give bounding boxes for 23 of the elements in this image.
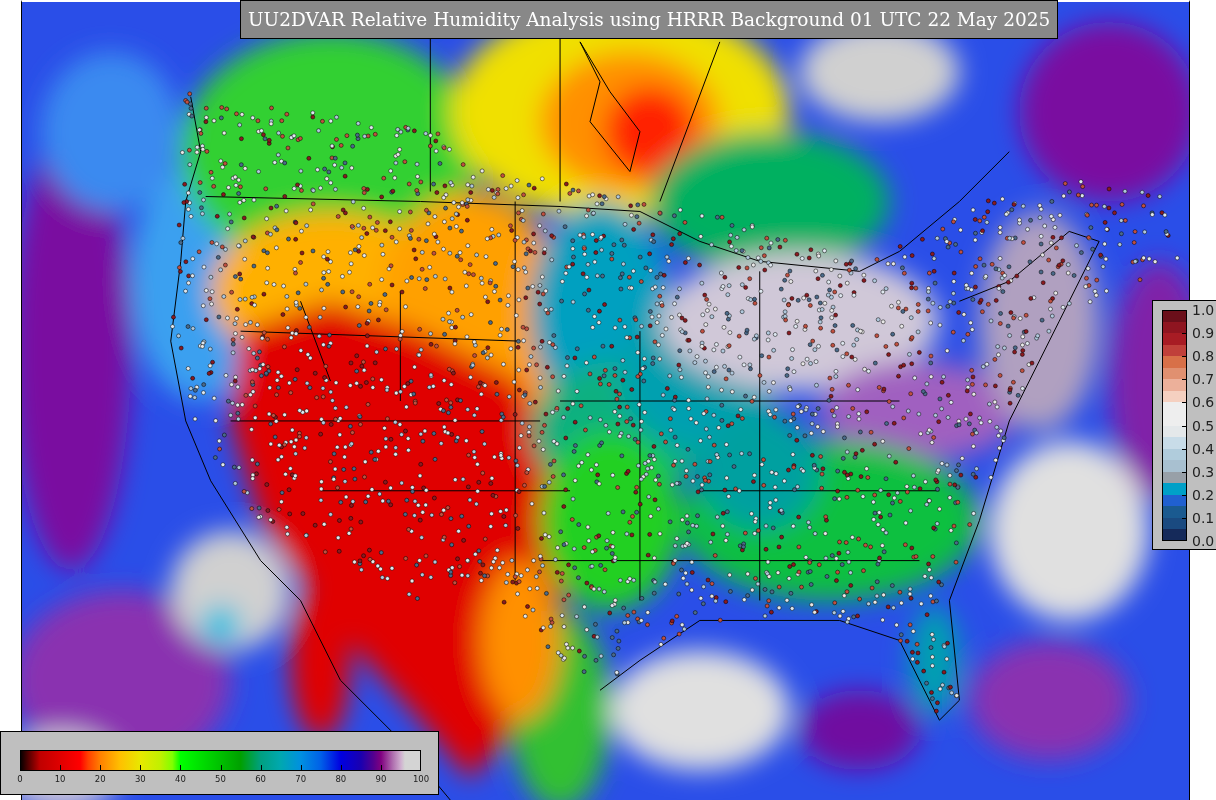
- tick-label: 70: [295, 774, 307, 784]
- tick-label: 100: [412, 774, 430, 784]
- tick-label: 30: [134, 774, 146, 784]
- tick-label: 0.7: [1192, 371, 1215, 388]
- tick-label: 0.0: [1192, 533, 1215, 549]
- tick-label: 0.9: [1192, 325, 1215, 342]
- tick-label: 50: [215, 774, 226, 784]
- tick-label: 20: [94, 774, 106, 784]
- map-title: UU2DVAR Relative Humidity Analysis using HRRR Background 01 UTC 22 May 2025: [240, 0, 1059, 39]
- tick-label: 0.8: [1192, 348, 1215, 365]
- tick-label: 60: [255, 774, 266, 784]
- tick-label: 40: [175, 774, 186, 784]
- tick-label: 0: [17, 774, 23, 784]
- tick-label: 90: [375, 774, 387, 784]
- tick-label: 0.6: [1192, 394, 1215, 411]
- tick-label: 0.1: [1192, 509, 1215, 526]
- tick-label: 0.5: [1192, 417, 1215, 434]
- tick-label: 0.4: [1192, 440, 1215, 457]
- tick-label: 0.3: [1192, 463, 1215, 480]
- tick-label: 1.0: [1192, 302, 1215, 318]
- tick-label: 10: [54, 774, 66, 784]
- tick-label: 80: [335, 774, 347, 784]
- tick-label: 0.2: [1192, 486, 1215, 503]
